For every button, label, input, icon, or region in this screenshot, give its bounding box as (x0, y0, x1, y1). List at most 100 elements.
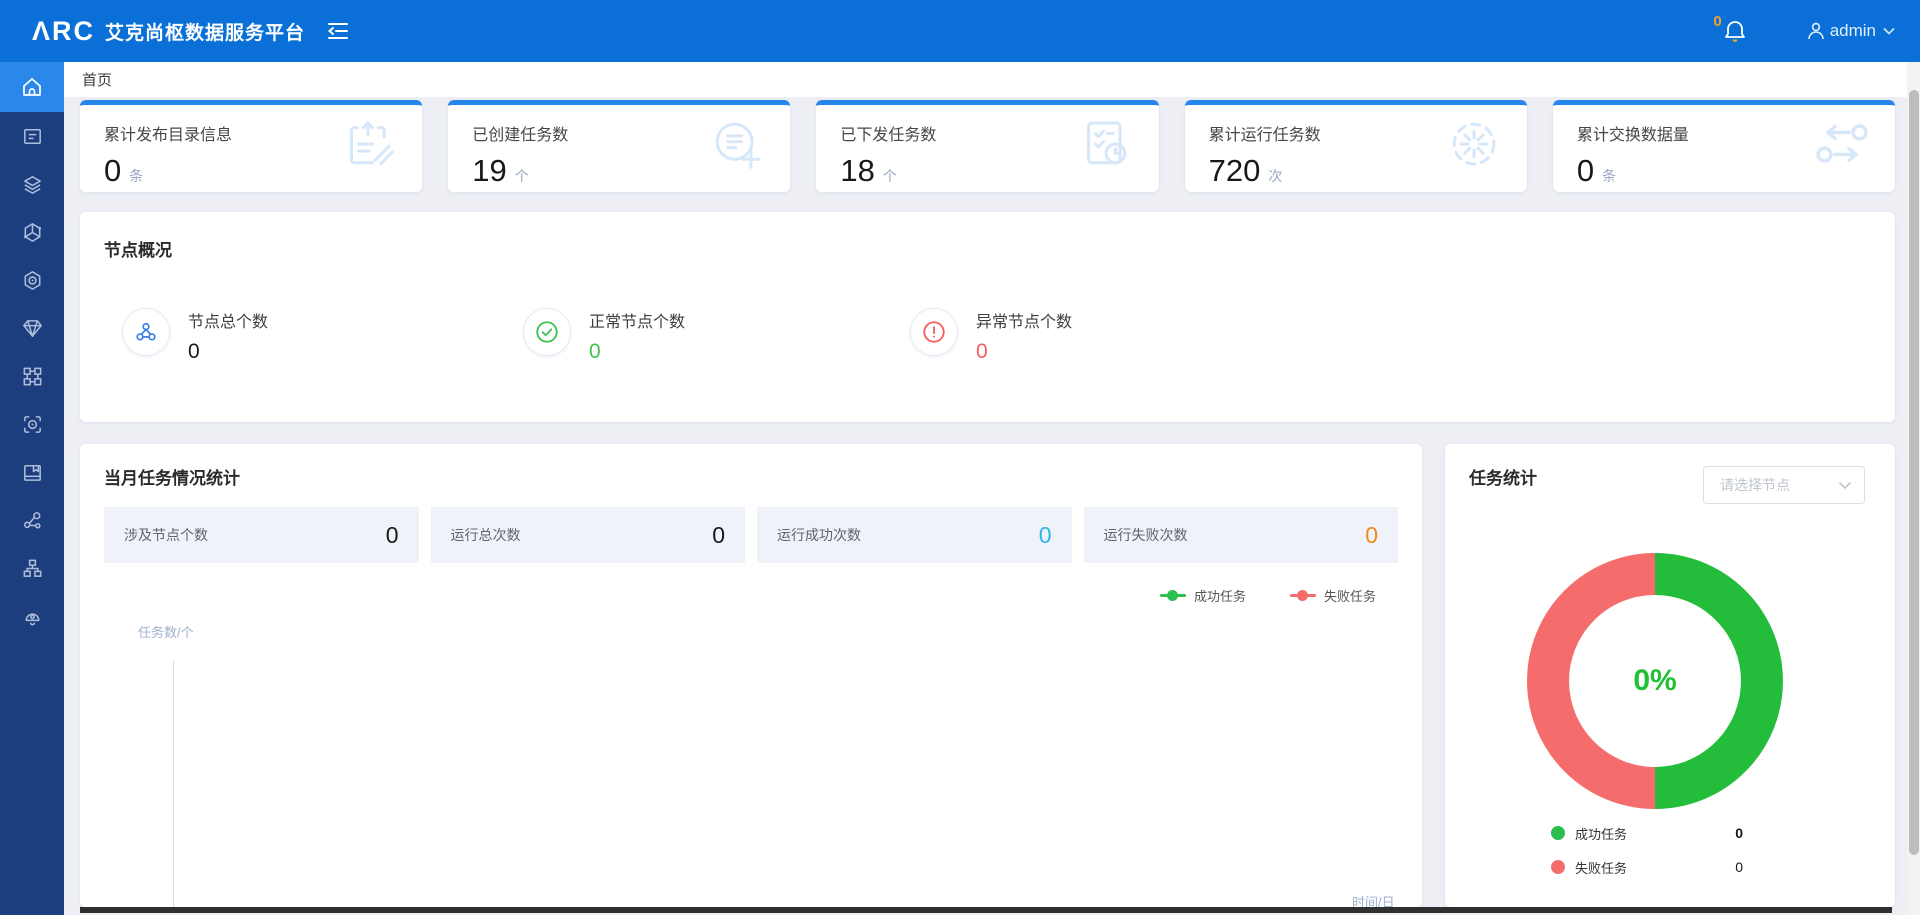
sidebar-item-catalog[interactable] (0, 112, 64, 160)
monthly-panel-title: 当月任务情况统计 (104, 464, 1398, 489)
stat-card-value: 720 (1209, 153, 1261, 189)
sidebar-item-assets[interactable] (0, 304, 64, 352)
service-cube-gear-icon (21, 269, 44, 292)
stat-card-unit: 个 (883, 166, 897, 186)
legend-value: 0 (1735, 859, 1743, 875)
exchange-cube-icon (21, 221, 44, 244)
sidebar-item-monitor[interactable] (0, 400, 64, 448)
vertical-scrollbar-thumb[interactable] (1909, 90, 1919, 855)
dashboard-root: ΛRC 艾克尚枢数据服务平台 0 admin (0, 0, 1920, 915)
mini-stat-success-runs: 运行成功次数 0 (757, 507, 1072, 563)
data-layers-icon (21, 173, 44, 196)
mini-stat-value: 0 (712, 522, 725, 549)
chevron-down-icon (1882, 26, 1896, 36)
mini-stat-value: 0 (1039, 522, 1052, 549)
node-overview-panel: 节点概况 节点总个数 0 (80, 212, 1895, 422)
sidebar-item-share[interactable] (0, 496, 64, 544)
node-item-value: 0 (188, 340, 268, 364)
line-chart-legend: 成功任务 失败任务 (1160, 586, 1376, 605)
sidebar-item-alerts[interactable] (0, 592, 64, 640)
menu-collapse-icon[interactable] (327, 21, 349, 41)
mini-stat-failed-runs: 运行失败次数 0 (1084, 507, 1399, 563)
arc-logo: ΛRC (32, 16, 95, 47)
sidebar-item-home[interactable] (0, 62, 64, 112)
sidebar-item-data[interactable] (0, 160, 64, 208)
breadcrumb[interactable]: 首页 (82, 69, 112, 90)
stat-card-unit: 次 (1268, 166, 1282, 186)
task-create-icon (708, 116, 766, 177)
legend-dot-green (1551, 826, 1565, 840)
sidebar-item-resources[interactable] (0, 448, 64, 496)
chart-y-axis-line (173, 660, 174, 907)
node-item-value: 0 (976, 340, 1072, 364)
chevron-down-icon (1838, 481, 1852, 490)
legend-label: 成功任务 (1575, 824, 1627, 843)
breadcrumb-bar: 首页 (64, 62, 1907, 97)
notification-count-badge: 0 (1713, 13, 1721, 30)
mini-stat-nodes-involved: 涉及节点个数 0 (104, 507, 419, 563)
donut-legend: 成功任务 0 失败任务 0 (1551, 820, 1743, 888)
monitor-focus-icon (21, 413, 44, 436)
donut-center-label: 0% (1515, 541, 1795, 821)
node-total-item: 节点总个数 0 (122, 308, 268, 364)
vertical-scrollbar[interactable] (1907, 62, 1920, 915)
stat-card-dispatched-tasks: 已下发任务数 18 个 (816, 100, 1158, 192)
legend-label: 失败任务 (1575, 858, 1627, 877)
legend-dot-red (1551, 860, 1565, 874)
node-normal-item: 正常节点个数 0 (523, 308, 685, 364)
task-donut-chart: 0% (1515, 541, 1795, 821)
node-items-row: 节点总个数 0 正常节点个数 0 (80, 308, 1895, 364)
share-network-icon (21, 509, 44, 532)
node-select-placeholder: 请选择节点 (1720, 475, 1838, 495)
horizontal-scrollbar[interactable] (80, 907, 1892, 913)
stat-card-unit: 条 (1602, 166, 1616, 186)
task-grid-icon (21, 365, 44, 388)
stat-card-unit: 条 (129, 166, 143, 186)
nodes-total-icon (122, 308, 170, 356)
node-panel-title: 节点概况 (104, 236, 1871, 261)
catalog-publish-icon (340, 116, 398, 177)
user-icon (1806, 21, 1826, 41)
node-error-icon (910, 308, 958, 356)
mini-stat-label: 涉及节点个数 (124, 525, 208, 545)
stat-card-published-catalog: 累计发布目录信息 0 条 (80, 100, 422, 192)
monthly-mini-stats: 涉及节点个数 0 运行总次数 0 运行成功次数 0 运行失败次数 0 (104, 507, 1398, 563)
home-icon (20, 75, 44, 99)
alarm-bell-icon (21, 605, 44, 628)
sidebar-item-service[interactable] (0, 256, 64, 304)
mini-stat-label: 运行成功次数 (777, 525, 861, 545)
monthly-task-panel: 当月任务情况统计 涉及节点个数 0 运行总次数 0 运行成功次数 0 运行失败次… (80, 444, 1422, 907)
stat-card-exchanged-data: 累计交换数据量 0 条 (1553, 100, 1895, 192)
mini-stat-value: 0 (386, 522, 399, 549)
donut-legend-success[interactable]: 成功任务 0 (1551, 820, 1743, 846)
sidebar-item-exchange[interactable] (0, 208, 64, 256)
mini-stat-value: 0 (1365, 522, 1378, 549)
legend-success-tasks[interactable]: 成功任务 (1160, 586, 1246, 605)
mini-stat-label: 运行总次数 (451, 525, 521, 545)
bell-icon (1724, 19, 1746, 43)
task-stats-panel: 任务统计 请选择节点 0% 成功任务 0 失败任务 0 (1445, 444, 1895, 907)
user-name: admin (1830, 21, 1876, 41)
asset-gem-icon (21, 317, 44, 340)
stat-card-value: 19 (472, 153, 506, 189)
stat-card-value: 18 (840, 153, 874, 189)
stat-card-value: 0 (1577, 153, 1594, 189)
legend-value: 0 (1735, 825, 1743, 841)
node-item-label: 节点总个数 (188, 308, 268, 332)
sidebar-item-tasks[interactable] (0, 352, 64, 400)
stat-card-unit: 个 (515, 166, 529, 186)
node-item-label: 正常节点个数 (589, 308, 685, 332)
donut-legend-fail[interactable]: 失败任务 0 (1551, 854, 1743, 880)
stat-card-value: 0 (104, 153, 121, 189)
notification-bell[interactable]: 0 (1713, 19, 1745, 43)
legend-failed-tasks[interactable]: 失败任务 (1290, 586, 1376, 605)
legend-line-dot-green (1160, 594, 1186, 597)
sidebar-item-topology[interactable] (0, 544, 64, 592)
user-menu[interactable]: admin (1806, 21, 1896, 41)
resource-package-icon (21, 461, 44, 484)
data-exchange-icon (1813, 116, 1871, 177)
mini-stat-label: 运行失败次数 (1104, 525, 1188, 545)
node-select-dropdown[interactable]: 请选择节点 (1703, 466, 1865, 504)
app-header: ΛRC 艾克尚枢数据服务平台 0 admin (0, 0, 1920, 62)
legend-label: 失败任务 (1324, 586, 1376, 605)
